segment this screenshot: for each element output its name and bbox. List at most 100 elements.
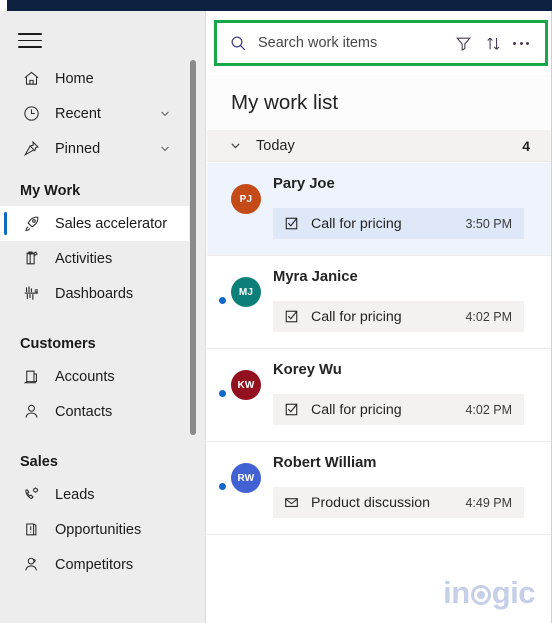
building-icon bbox=[20, 366, 42, 388]
work-item-contact-name: Korey Wu bbox=[273, 362, 342, 378]
sidebar-item-label: Sales accelerator bbox=[55, 215, 168, 232]
filter-icon[interactable] bbox=[449, 29, 477, 57]
checkbox-task-icon bbox=[284, 309, 301, 324]
checkbox-task-icon bbox=[284, 216, 301, 231]
work-item-contact-name: Pary Joe bbox=[273, 176, 335, 192]
more-dot bbox=[513, 41, 516, 45]
chevron-down-icon[interactable] bbox=[159, 108, 171, 120]
work-item-contact-name: Robert William bbox=[273, 455, 377, 471]
work-item-card[interactable]: RW Robert William Product discussion 4:4… bbox=[207, 442, 551, 535]
watermark-text-before: in bbox=[443, 575, 470, 610]
watermark-o-glyph bbox=[470, 584, 492, 606]
work-item-task-row[interactable]: Product discussion 4:49 PM bbox=[273, 487, 524, 518]
sidebar-item-pinned[interactable]: Pinned bbox=[0, 131, 205, 166]
sidebar-item-accounts[interactable]: Accounts bbox=[0, 359, 205, 394]
sidebar-item-label: Contacts bbox=[55, 403, 113, 420]
work-item-card[interactable]: KW Korey Wu Call for pricing 4:02 PM bbox=[207, 349, 551, 442]
sidebar-item-label: Home bbox=[55, 70, 94, 87]
work-item-task-label: Call for pricing bbox=[311, 215, 402, 232]
home-icon bbox=[20, 68, 42, 90]
chevron-down-icon[interactable] bbox=[229, 139, 243, 152]
app-root: Home Recent Pinned My Work Sales acceler… bbox=[0, 0, 552, 623]
avatar: MJ bbox=[231, 277, 261, 307]
more-dot bbox=[526, 41, 529, 45]
sidebar-section-sales: Sales bbox=[20, 454, 58, 470]
sidebar-item-label: Activities bbox=[55, 250, 113, 267]
watermark-text-after: gic bbox=[491, 575, 536, 610]
dashboard-icon bbox=[20, 283, 42, 305]
sidebar-nav: Home Recent Pinned My Work Sales acceler… bbox=[0, 61, 205, 582]
work-item-task-label: Call for pricing bbox=[311, 401, 402, 418]
clipboard-icon bbox=[20, 248, 42, 270]
sort-icon[interactable] bbox=[479, 29, 507, 57]
sidebar-item-label: Dashboards bbox=[55, 285, 134, 302]
page-title: My work list bbox=[207, 75, 551, 130]
work-item-task-label: Product discussion bbox=[311, 494, 431, 511]
sidebar-item-label: Opportunities bbox=[55, 521, 142, 538]
sidebar-item-recent[interactable]: Recent bbox=[0, 96, 205, 131]
phone-gear-icon bbox=[20, 484, 42, 506]
envelope-task-icon bbox=[284, 495, 301, 510]
hamburger-line bbox=[18, 39, 42, 42]
search-bar-highlighted bbox=[214, 20, 548, 66]
work-item-contact-name: Myra Janice bbox=[273, 269, 358, 285]
competitor-icon bbox=[20, 554, 42, 576]
pin-icon bbox=[20, 138, 42, 160]
work-item-task-row[interactable]: Call for pricing 4:02 PM bbox=[273, 301, 524, 332]
work-item-task-label: Call for pricing bbox=[311, 308, 402, 325]
hamburger-line bbox=[18, 46, 42, 48]
sidebar-item-activities[interactable]: Activities bbox=[0, 241, 205, 276]
work-item-task-row[interactable]: Call for pricing 4:02 PM bbox=[273, 394, 524, 425]
sidebar-item-label: Accounts bbox=[55, 368, 115, 385]
sidebar-item-dashboards[interactable]: Dashboards bbox=[0, 276, 205, 311]
avatar: PJ bbox=[231, 184, 261, 214]
work-item-card[interactable]: PJ Pary Joe Call for pricing 3:50 PM bbox=[207, 163, 551, 256]
sidebar-item-label: Pinned bbox=[55, 140, 101, 157]
person-icon bbox=[20, 401, 42, 423]
avatar: RW bbox=[231, 463, 261, 493]
app-top-bar bbox=[0, 0, 552, 11]
sidebar-scrollbar[interactable] bbox=[190, 60, 198, 435]
sidebar-item-opportunities[interactable]: Opportunities bbox=[0, 512, 205, 547]
unread-indicator-dot bbox=[219, 297, 226, 304]
group-header-today[interactable]: Today 4 bbox=[207, 130, 551, 162]
rocket-icon bbox=[20, 213, 42, 235]
unread-indicator-dot bbox=[219, 483, 226, 490]
menu-hamburger-icon[interactable] bbox=[18, 33, 42, 49]
top-bar-left-edge bbox=[0, 0, 7, 11]
sidebar-item-competitors[interactable]: Competitors bbox=[0, 547, 205, 582]
sidebar-item-sales-accelerator[interactable]: Sales accelerator bbox=[0, 206, 189, 241]
work-item-list: PJ Pary Joe Call for pricing 3:50 PM MJ … bbox=[207, 163, 551, 535]
work-item-task-time: 4:49 PM bbox=[465, 495, 512, 510]
opportunity-icon bbox=[20, 519, 42, 541]
sidebar-item-home[interactable]: Home bbox=[0, 61, 205, 96]
search-icon bbox=[229, 34, 249, 53]
sidebar-scrollbar-thumb[interactable] bbox=[190, 60, 196, 435]
work-item-task-time: 4:02 PM bbox=[465, 402, 512, 417]
work-item-card[interactable]: MJ Myra Janice Call for pricing 4:02 PM bbox=[207, 256, 551, 349]
clock-icon bbox=[20, 103, 42, 125]
inogic-watermark-logo: in gic bbox=[443, 575, 535, 611]
sidebar-section-customers: Customers bbox=[20, 336, 96, 352]
hamburger-line bbox=[18, 33, 42, 35]
sidebar-item-label: Competitors bbox=[55, 556, 134, 573]
unread-indicator-dot bbox=[219, 390, 226, 397]
sidebar-section-my-work: My Work bbox=[20, 183, 81, 199]
checkbox-task-icon bbox=[284, 402, 301, 417]
search-input[interactable] bbox=[249, 35, 449, 51]
sidebar-item-leads[interactable]: Leads bbox=[0, 477, 205, 512]
chevron-down-icon[interactable] bbox=[159, 143, 171, 155]
left-sidebar: Home Recent Pinned My Work Sales acceler… bbox=[0, 11, 206, 623]
work-item-task-time: 4:02 PM bbox=[465, 309, 512, 324]
work-item-task-row[interactable]: Call for pricing 3:50 PM bbox=[273, 208, 524, 239]
group-label: Today bbox=[256, 137, 295, 154]
more-dot bbox=[519, 41, 523, 45]
work-item-task-time: 3:50 PM bbox=[465, 216, 512, 231]
avatar: KW bbox=[231, 370, 261, 400]
work-list-panel: My work list Today 4 PJ Pary Joe bbox=[207, 11, 552, 623]
sidebar-item-label: Recent bbox=[55, 105, 101, 122]
sidebar-item-label: Leads bbox=[55, 486, 95, 503]
group-count: 4 bbox=[522, 137, 530, 154]
more-options-icon[interactable] bbox=[507, 29, 535, 57]
sidebar-item-contacts[interactable]: Contacts bbox=[0, 394, 205, 429]
